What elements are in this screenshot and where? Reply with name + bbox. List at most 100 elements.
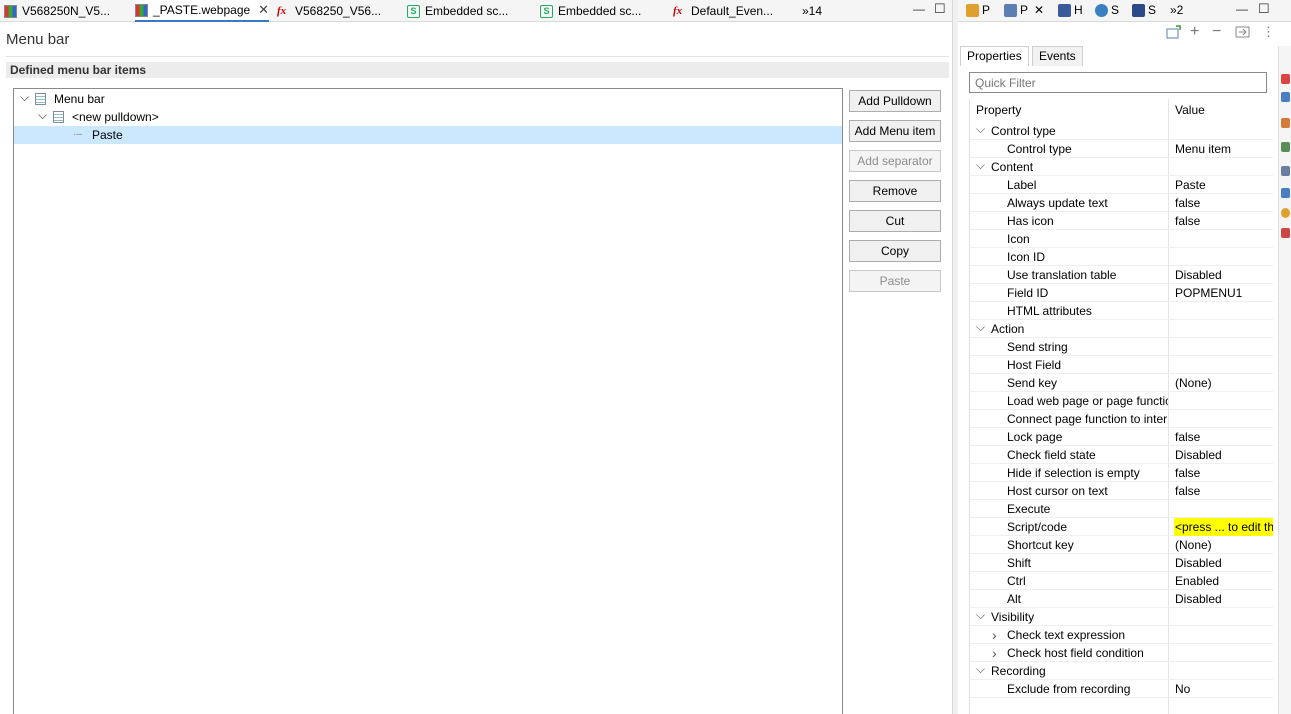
property-value[interactable]: Enabled xyxy=(1174,572,1273,590)
editor-tab-7[interactable]: »14 xyxy=(802,0,822,22)
property-row[interactable]: Shift Disabled xyxy=(970,554,1273,572)
add-icon[interactable]: + xyxy=(1190,23,1199,41)
error-icon[interactable] xyxy=(1281,74,1290,84)
console-icon[interactable] xyxy=(1281,142,1290,152)
property-value[interactable]: No xyxy=(1174,680,1273,698)
sash-divider[interactable] xyxy=(952,0,958,714)
view-tab-1[interactable]: P xyxy=(966,3,990,17)
property-row[interactable]: Icon ID xyxy=(970,248,1273,266)
maximize-view-button[interactable]: ☐ xyxy=(1258,1,1270,17)
property-value[interactable]: Menu item xyxy=(1174,140,1273,158)
tree-node[interactable]: ·– Paste xyxy=(14,126,842,144)
outline-icon[interactable] xyxy=(1281,92,1290,102)
property-value[interactable]: Disabled xyxy=(1174,446,1273,464)
property-value[interactable]: false xyxy=(1174,194,1273,212)
property-value[interactable]: false xyxy=(1174,482,1273,500)
view-tab-5[interactable]: S xyxy=(1132,3,1156,17)
property-group[interactable]: ⌵ Visibility xyxy=(970,608,1273,626)
paste-button[interactable]: Paste xyxy=(849,270,941,292)
chevron-down-icon[interactable]: ⌵ xyxy=(976,120,985,138)
property-value[interactable]: <press ... to edit th xyxy=(1174,518,1273,536)
property-row[interactable]: Ctrl Enabled xyxy=(970,572,1273,590)
property-row[interactable]: Host cursor on text false xyxy=(970,482,1273,500)
property-row[interactable]: Always update text false xyxy=(970,194,1273,212)
new-tab-icon[interactable] xyxy=(1166,25,1182,42)
chevron-down-icon[interactable]: ⌵ xyxy=(976,660,985,678)
property-row[interactable]: Alt Disabled xyxy=(970,590,1273,608)
view-tab-2[interactable]: P ✕ xyxy=(1004,3,1044,17)
tab-events[interactable]: Events xyxy=(1032,46,1083,66)
table-icon[interactable] xyxy=(1281,166,1290,176)
chevron-down-icon[interactable]: ⌵ xyxy=(38,106,47,124)
property-row[interactable]: Send key (None) xyxy=(970,374,1273,392)
property-row[interactable]: Shortcut key (None) xyxy=(970,536,1273,554)
tree-node[interactable]: ⌵ Menu bar xyxy=(14,90,842,108)
tab-properties[interactable]: Properties xyxy=(960,46,1029,66)
property-row[interactable]: › Check host field condition xyxy=(970,644,1273,662)
property-row[interactable]: Connect page function to inter xyxy=(970,410,1273,428)
property-value[interactable]: Disabled xyxy=(1174,554,1273,572)
minimize-view-button[interactable]: — xyxy=(1236,2,1248,16)
editor-tab-1[interactable]: V568250N_V5... xyxy=(4,0,110,22)
property-row[interactable]: Lock page false xyxy=(970,428,1273,446)
property-row[interactable]: Icon xyxy=(970,230,1273,248)
property-row[interactable]: Has icon false xyxy=(970,212,1273,230)
chevron-down-icon[interactable]: ⌵ xyxy=(976,606,985,624)
view-tab-6[interactable]: »2 xyxy=(1170,3,1183,17)
maximize-editor-button[interactable]: ☐ xyxy=(934,1,946,17)
quick-filter-input[interactable] xyxy=(969,72,1267,93)
property-group[interactable]: ⌵ Action xyxy=(970,320,1273,338)
tree-node[interactable]: ⌵ <new pulldown> xyxy=(14,108,842,126)
editor-tab-2[interactable]: _PASTE.webpage ✕ xyxy=(135,0,270,22)
copy-button[interactable]: Copy xyxy=(849,240,941,262)
view-menu-icon[interactable]: ⋮ xyxy=(1262,24,1275,40)
warning-icon[interactable] xyxy=(1281,208,1290,218)
collapse-icon[interactable] xyxy=(1235,25,1251,42)
menu-tree[interactable]: ⌵ Menu bar ⌵ <new pulldown> ·– Paste xyxy=(13,88,843,714)
view-tab-4[interactable]: S xyxy=(1095,3,1119,17)
grid-icon[interactable] xyxy=(1281,188,1290,198)
property-row[interactable]: Send string xyxy=(970,338,1273,356)
property-value[interactable]: false xyxy=(1174,428,1273,446)
tasks-icon[interactable] xyxy=(1281,118,1290,128)
chevron-right-icon[interactable]: › xyxy=(992,626,997,644)
property-row[interactable]: Use translation table Disabled xyxy=(970,266,1273,284)
remove-button[interactable]: Remove xyxy=(849,180,941,202)
editor-tab-3[interactable]: fx V568250_V56... xyxy=(277,0,381,22)
add-pulldown-button[interactable]: Add Pulldown xyxy=(849,90,941,112)
property-value[interactable]: false xyxy=(1174,212,1273,230)
property-value[interactable]: Disabled xyxy=(1174,266,1273,284)
property-row[interactable]: Execute xyxy=(970,500,1273,518)
property-row[interactable]: Host Field xyxy=(970,356,1273,374)
property-group[interactable]: ⌵ Recording xyxy=(970,662,1273,680)
view-tab-3[interactable]: H xyxy=(1058,3,1083,17)
property-row[interactable]: Load web page or page functic xyxy=(970,392,1273,410)
property-value[interactable]: Paste xyxy=(1174,176,1273,194)
property-group[interactable]: ⌵ Control type xyxy=(970,122,1273,140)
chevron-down-icon[interactable]: ⌵ xyxy=(976,156,985,174)
property-row[interactable]: › Check text expression xyxy=(970,626,1273,644)
property-value[interactable]: POPMENU1 xyxy=(1174,284,1273,302)
chevron-right-icon[interactable]: › xyxy=(992,644,997,662)
property-row[interactable]: Script/code <press ... to edit th xyxy=(970,518,1273,536)
property-value[interactable]: (None) xyxy=(1174,536,1273,554)
editor-tab-6[interactable]: fx Default_Even... xyxy=(673,0,773,22)
property-value[interactable]: (None) xyxy=(1174,374,1273,392)
property-row[interactable]: Label Paste xyxy=(970,176,1273,194)
remove-icon[interactable]: − xyxy=(1212,23,1221,41)
property-row[interactable]: Check field state Disabled xyxy=(970,446,1273,464)
bookmark-icon[interactable] xyxy=(1281,228,1290,238)
property-row[interactable]: Field ID POPMENU1 xyxy=(970,284,1273,302)
editor-tab-5[interactable]: S Embedded sc... xyxy=(540,0,641,22)
property-group[interactable]: ⌵ Content xyxy=(970,158,1273,176)
property-row[interactable]: Control type Menu item xyxy=(970,140,1273,158)
cut-button[interactable]: Cut xyxy=(849,210,941,232)
property-value[interactable]: Disabled xyxy=(1174,590,1273,608)
editor-tab-4[interactable]: S Embedded sc... xyxy=(407,0,508,22)
close-icon[interactable]: ✕ xyxy=(1034,3,1044,17)
property-row[interactable]: Exclude from recording No xyxy=(970,680,1273,698)
property-value[interactable]: false xyxy=(1174,464,1273,482)
chevron-down-icon[interactable]: ⌵ xyxy=(20,88,29,106)
property-row[interactable]: HTML attributes xyxy=(970,302,1273,320)
property-row[interactable]: Hide if selection is empty false xyxy=(970,464,1273,482)
